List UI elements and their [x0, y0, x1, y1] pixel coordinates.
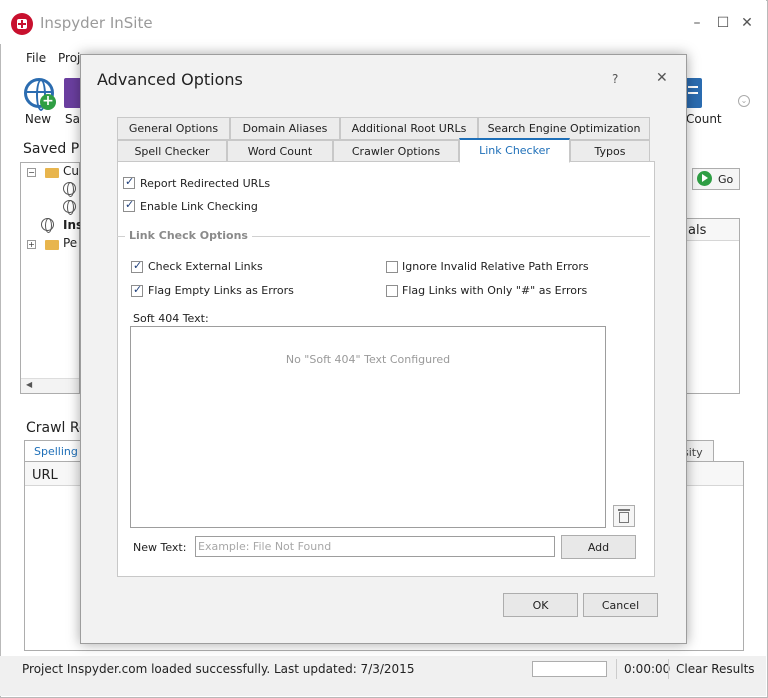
- soft-404-text-label: Soft 404 Text:: [133, 312, 209, 325]
- play-icon: [697, 171, 712, 186]
- tab-link-checker[interactable]: Link Checker: [459, 138, 570, 163]
- dialog-title: Advanced Options: [97, 70, 243, 89]
- app-title: Inspyder InSite: [40, 14, 153, 32]
- tab-domain-aliases[interactable]: Domain Aliases: [230, 117, 340, 140]
- globe-icon[interactable]: [63, 200, 76, 215]
- folder-icon: [45, 168, 59, 178]
- flag-hash-links-label[interactable]: Flag Links with Only "#" as Errors: [402, 284, 587, 297]
- flag-empty-links-label[interactable]: Flag Empty Links as Errors: [148, 284, 294, 297]
- report-redirected-urls-checkbox[interactable]: [123, 175, 135, 189]
- tab-typos[interactable]: Typos: [570, 140, 650, 163]
- flag-hash-links-checkbox[interactable]: [386, 285, 398, 297]
- count-button-label[interactable]: Count: [686, 112, 722, 126]
- scroll-left-icon[interactable]: ◀: [26, 380, 32, 389]
- globe-icon[interactable]: [63, 182, 76, 197]
- totals-grid: [686, 218, 740, 394]
- tab-general-options[interactable]: General Options: [117, 117, 230, 140]
- flag-empty-links-checkbox[interactable]: [131, 283, 143, 297]
- window-close-icon[interactable]: ✕: [738, 14, 756, 32]
- ignore-invalid-relative-path-label[interactable]: Ignore Invalid Relative Path Errors: [402, 260, 589, 273]
- status-message: Project Inspyder.com loaded successfully…: [22, 662, 415, 676]
- tab-word-count[interactable]: Word Count: [227, 140, 333, 163]
- menu-file[interactable]: File: [26, 51, 46, 65]
- tree-collapse-icon[interactable]: −: [27, 168, 36, 177]
- enable-link-checking-checkbox[interactable]: [123, 198, 135, 212]
- progress-bar: [532, 661, 607, 677]
- status-separator: [616, 659, 617, 679]
- clear-results-link[interactable]: Clear Results: [676, 662, 755, 676]
- new-text-input[interactable]: [195, 536, 555, 557]
- collapse-ribbon-icon[interactable]: ⌄: [738, 95, 750, 107]
- totals-column-header[interactable]: als: [688, 223, 706, 238]
- url-column-header[interactable]: URL: [32, 468, 58, 483]
- link-check-options-title: Link Check Options: [125, 229, 252, 242]
- app-logo-icon: [11, 13, 33, 35]
- check-external-links-label[interactable]: Check External Links: [148, 260, 263, 273]
- ok-button[interactable]: OK: [503, 593, 578, 617]
- maximize-icon[interactable]: ☐: [714, 14, 732, 32]
- new-button-label: New: [24, 112, 52, 126]
- add-button[interactable]: Add: [561, 535, 636, 559]
- help-icon[interactable]: ?: [612, 72, 618, 86]
- project-tree[interactable]: − Cu Ins + Pe: [20, 162, 83, 394]
- tab-additional-root-urls[interactable]: Additional Root URLs: [340, 117, 478, 140]
- crawl-results-heading: Crawl Re: [26, 420, 88, 436]
- saved-projects-heading: Saved Pr: [23, 141, 85, 157]
- soft-404-empty-message: No "Soft 404" Text Configured: [285, 353, 451, 366]
- elapsed-time: 0:00:00: [624, 662, 671, 676]
- tab-search-engine-optimization[interactable]: Search Engine Optimization: [478, 117, 650, 140]
- minimize-icon[interactable]: –: [688, 14, 706, 32]
- folder-icon: [45, 240, 59, 250]
- check-external-links-checkbox[interactable]: [131, 259, 143, 273]
- new-button[interactable]: New: [16, 76, 60, 126]
- trash-icon: [618, 509, 630, 523]
- enable-link-checking-label[interactable]: Enable Link Checking: [140, 200, 258, 213]
- menu-project[interactable]: Proj: [58, 51, 80, 65]
- dialog-close-icon[interactable]: ✕: [656, 70, 668, 86]
- globe-icon: [41, 218, 54, 233]
- new-text-label: New Text:: [133, 541, 187, 554]
- tree-item[interactable]: Cu: [63, 164, 79, 178]
- report-redirected-urls-label[interactable]: Report Redirected URLs: [140, 177, 270, 190]
- cancel-button[interactable]: Cancel: [583, 593, 658, 617]
- tab-crawler-options[interactable]: Crawler Options: [333, 140, 459, 163]
- tree-expand-icon[interactable]: +: [27, 240, 36, 249]
- tree-item[interactable]: Pe: [63, 236, 77, 250]
- status-separator: [668, 659, 669, 679]
- ignore-invalid-relative-path-checkbox[interactable]: [386, 261, 398, 273]
- go-button-label: Go: [718, 173, 734, 186]
- tab-spell-checker[interactable]: Spell Checker: [117, 140, 227, 163]
